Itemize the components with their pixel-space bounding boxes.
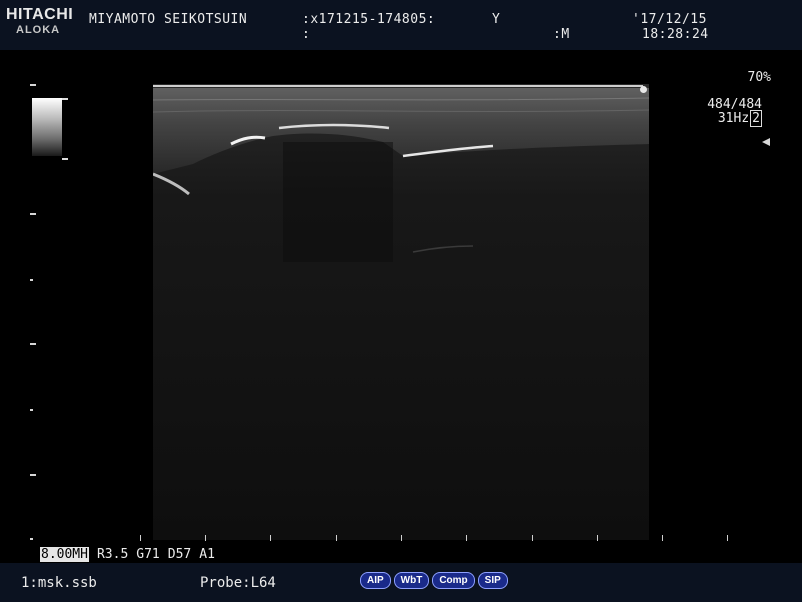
grayscale-bar — [32, 98, 62, 156]
grayscale-tick-top — [62, 98, 68, 100]
ruler-tick — [466, 535, 467, 541]
depth-tick — [30, 343, 36, 345]
sex-m-label: :M — [553, 27, 570, 42]
feature-buttons: AIP WbT Comp SIP — [360, 572, 508, 589]
comp-button[interactable]: Comp — [432, 572, 475, 589]
depth-tick — [30, 84, 36, 86]
depth-dot — [30, 538, 33, 540]
exam-date: '17/12/15 — [632, 12, 707, 27]
frequency-readout: 8.00MH — [40, 546, 89, 562]
probe-label: Probe:L64 — [200, 575, 276, 591]
ruler-tick — [401, 535, 402, 541]
r-readout: R3.5 — [96, 546, 129, 562]
gain-readout: 70% — [747, 70, 771, 85]
ruler-tick — [532, 535, 533, 541]
exam-time: 18:28:24 — [642, 27, 709, 42]
a-readout: A1 — [199, 546, 215, 562]
acoustic-shadow — [283, 142, 393, 262]
patient-id: :x171215-174805: — [302, 12, 436, 27]
depth-tick — [30, 474, 36, 476]
gain-g-readout: G71 — [136, 546, 160, 562]
depth-dot — [30, 279, 33, 281]
depth-dot — [30, 409, 33, 411]
ruler-tick — [597, 535, 598, 541]
depth-tick — [30, 213, 36, 215]
wbt-button[interactable]: WbT — [393, 572, 430, 589]
imaging-params: 8.00MH R3.5 G71 D57 A1 — [40, 546, 215, 562]
footer-bar: 1:msk.ssb Probe:L64 AIP WbT Comp SIP — [0, 563, 802, 602]
sip-button[interactable]: SIP — [477, 572, 508, 589]
brand-hitachi: HITACHI — [6, 6, 74, 23]
ultrasound-image[interactable] — [153, 84, 649, 540]
line2-colon: : — [302, 27, 311, 42]
institution-name: MIYAMOTO SEIKOTSUIN — [89, 12, 248, 27]
grayscale-tick-bottom — [62, 158, 68, 160]
brand-logo: HITACHI ALOKA — [6, 6, 86, 37]
header-bar: HITACHI ALOKA MIYAMOTO SEIKOTSUIN :x1712… — [0, 0, 802, 50]
frame-rate-mode: 2 — [750, 110, 762, 127]
focus-depth-marker[interactable] — [762, 138, 770, 146]
sex-indicator: Y — [492, 12, 501, 27]
preset-label: 1:msk.ssb — [21, 575, 97, 591]
aip-button[interactable]: AIP — [360, 572, 391, 589]
ruler-tick — [270, 535, 271, 541]
frame-rate-value: 31Hz — [717, 111, 750, 126]
ruler-tick — [205, 535, 206, 541]
depth-readout: D57 — [167, 546, 192, 562]
ruler-tick — [140, 535, 141, 541]
brand-aloka: ALOKA — [16, 24, 61, 36]
focus-marker — [640, 86, 647, 93]
ruler-tick — [727, 535, 728, 541]
ruler-tick — [662, 535, 663, 541]
frame-rate-readout: 31Hz 2 — [717, 110, 762, 127]
ultrasound-svg — [153, 84, 649, 540]
ruler-tick — [336, 535, 337, 541]
